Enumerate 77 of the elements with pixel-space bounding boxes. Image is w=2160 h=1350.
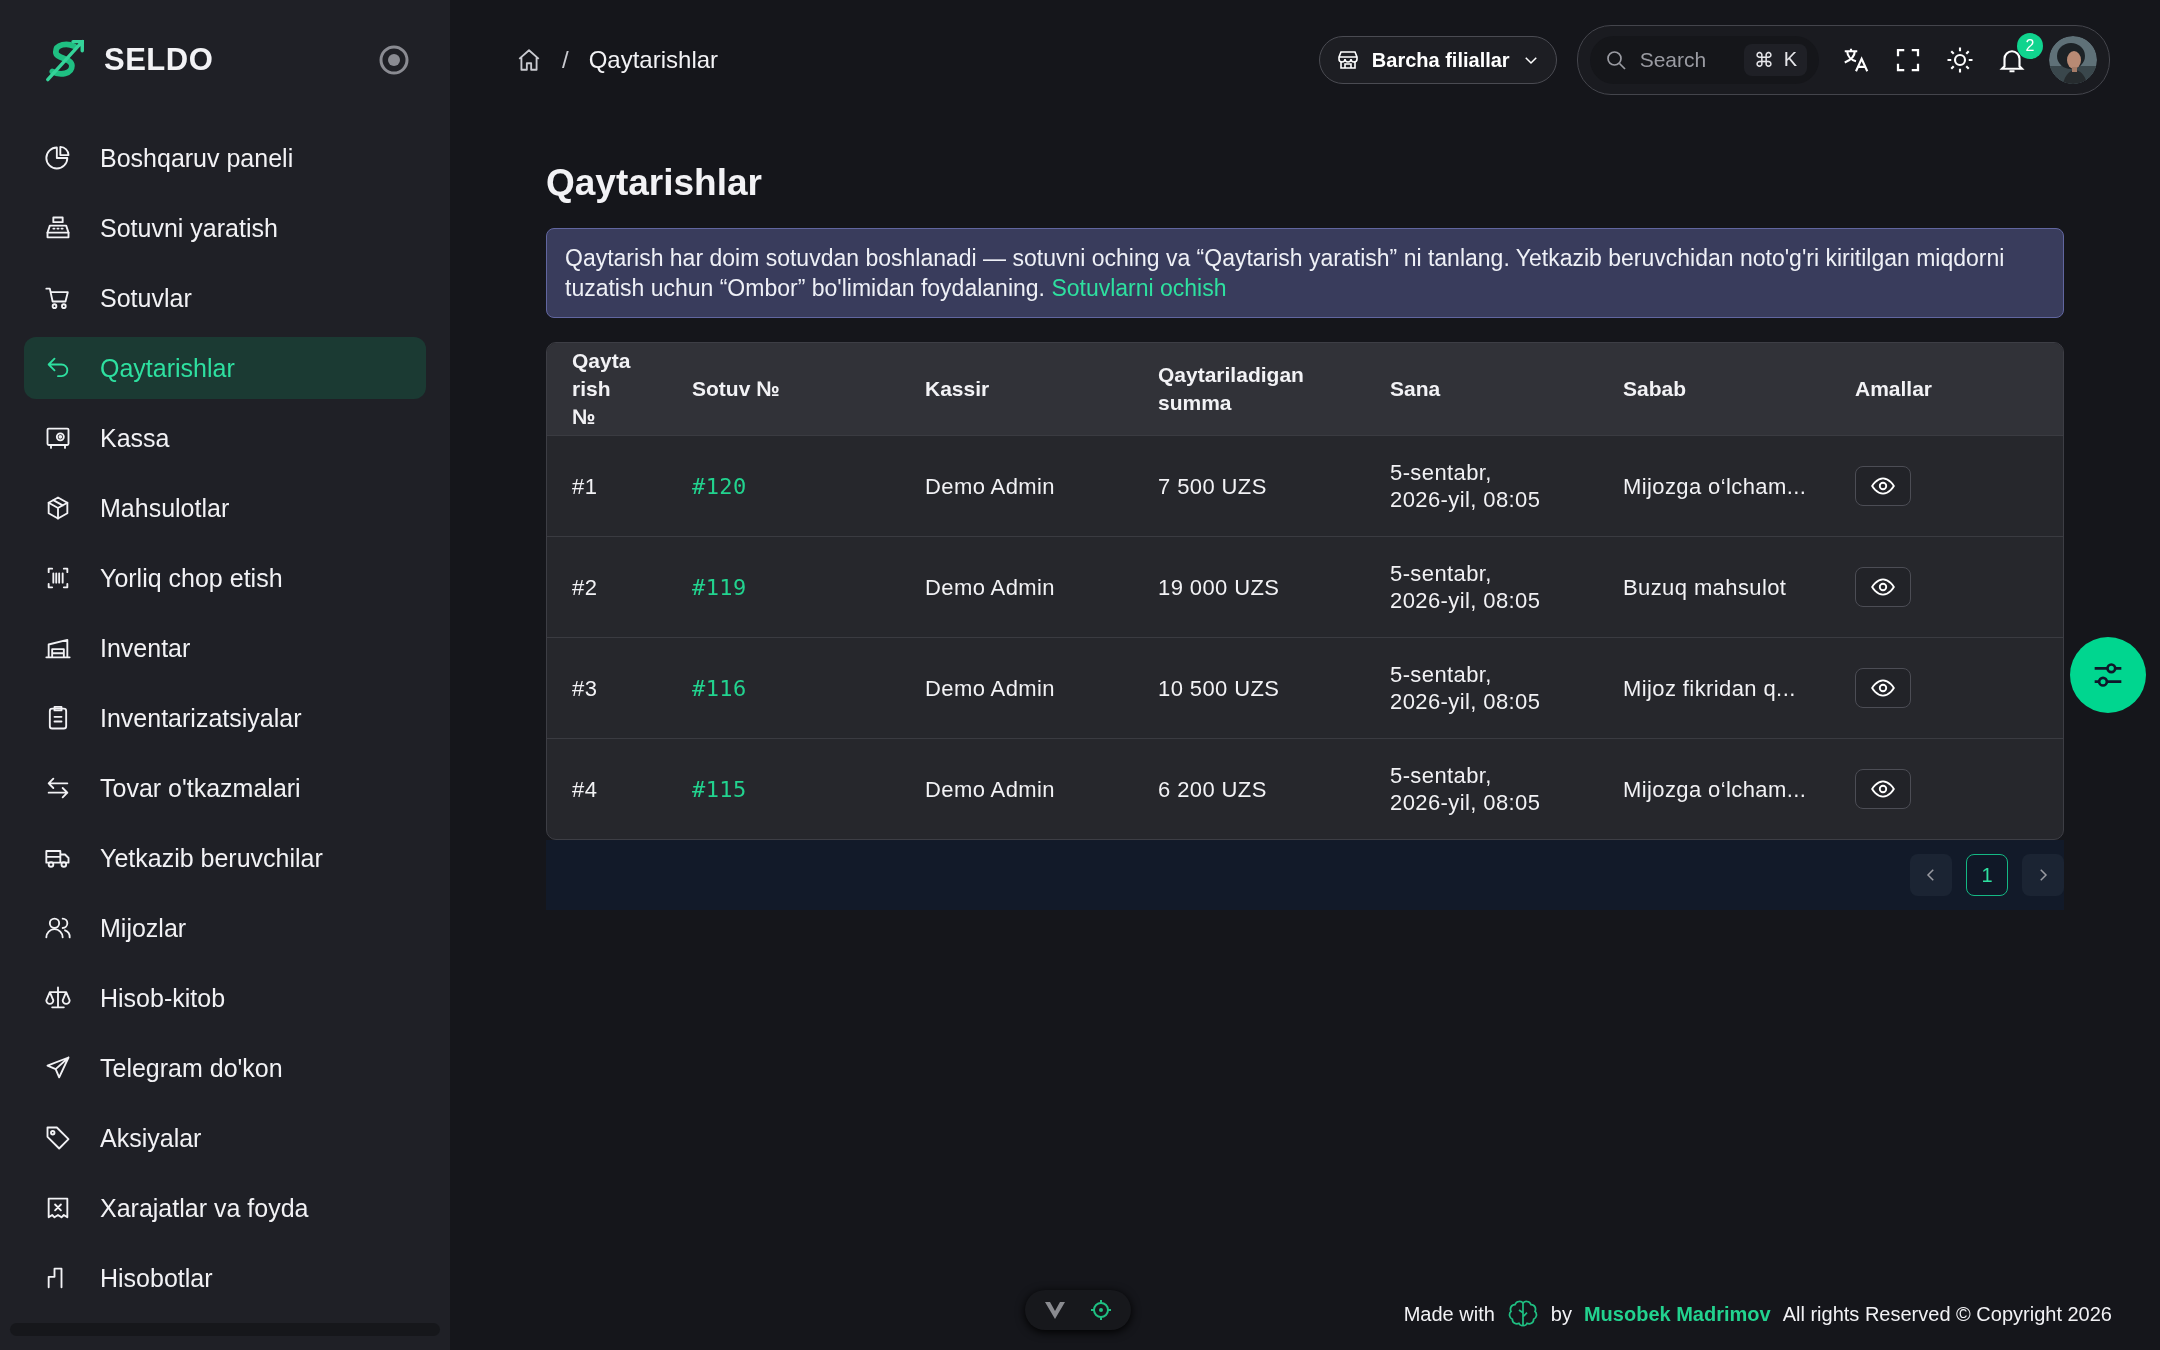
sidebar-item[interactable]: Sotuvlar	[24, 267, 426, 329]
table-cell-text: 5-sentabr, 2026-yil, 08:05	[1390, 661, 1542, 715]
sidebar-item[interactable]: Inventarizatsiyalar	[24, 687, 426, 749]
by-text: by	[1550, 1302, 1572, 1326]
sidebar-item[interactable]: Yorliq chop etish	[24, 547, 426, 609]
view-button[interactable]	[1855, 567, 1911, 607]
search-input[interactable]: Search	[1637, 47, 1734, 73]
branch-select[interactable]: Barcha filiallar	[1318, 36, 1557, 84]
sun-icon[interactable]	[1945, 45, 1975, 75]
sidebar-item[interactable]: Mahsulotlar	[24, 477, 426, 539]
table-cell-text: 5-sentabr, 2026-yil, 08:05	[1390, 762, 1542, 816]
column-header: Sotuv №	[692, 376, 781, 402]
column-header: Qaytariladigan summa	[1158, 362, 1305, 416]
column-header: Sabab	[1623, 376, 1688, 402]
table-cell-text: #3	[572, 674, 599, 702]
table-cell-text: 19 000 UZS	[1158, 573, 1281, 601]
sidebar-item[interactable]: Kassa	[24, 407, 426, 469]
search-bar[interactable]: Search ⌘ K	[1589, 36, 1819, 84]
column-header: Amallar	[1855, 376, 1934, 402]
sidebar-item[interactable]: Hisob-kitob	[24, 967, 426, 1029]
sidebar-item[interactable]: Mijozlar	[24, 897, 426, 959]
shortcut-key: ⌘	[1753, 48, 1774, 72]
devtools-pill[interactable]	[1025, 1290, 1131, 1330]
info-notice: Qaytarish har doim sotuvdan boshlanadi — sotuvni oching va “Qaytarish yaratish” ni tanlang. Yetkazib beruvchidan noto'g'ri kiritilgan miqdorni tuzatish uchun “Ombor” bo'limidan foydalaning. Sotuvlarni ochish	[546, 228, 2064, 318]
table-cell-text: Demo Admin	[925, 775, 1056, 803]
sidebar-item[interactable]: Telegram do'kon	[24, 1037, 426, 1099]
table-cell-text: 5-sentabr, 2026-yil, 08:05	[1390, 459, 1542, 513]
table-cell-text: Demo Admin	[925, 573, 1056, 601]
sidebar-item[interactable]: Qaytarishlar	[24, 337, 426, 399]
tag-icon	[44, 1124, 72, 1152]
home-icon[interactable]	[516, 47, 542, 73]
table-cell-text: Demo Admin	[925, 674, 1056, 702]
page-button[interactable]: 1	[1966, 854, 2008, 896]
sidebar-item[interactable]: Yetkazib beruvchilar	[24, 827, 426, 889]
table-cell-text: 7 500 UZS	[1158, 472, 1268, 500]
table-cell-text: Buzuq mahsulot	[1623, 573, 1788, 601]
table-cell-text: 5-sentabr, 2026-yil, 08:05	[1390, 560, 1542, 614]
table-cell-text: #4	[572, 775, 599, 803]
sale-link[interactable]: #115	[692, 775, 925, 803]
breadcrumb-current: Qaytarishlar	[588, 46, 719, 74]
chart-pie-icon	[44, 144, 72, 172]
sidebar-item[interactable]: Boshqaruv paneli	[24, 127, 426, 189]
column-header: Kassir	[925, 376, 991, 402]
table-cell-text: 10 500 UZS	[1158, 674, 1281, 702]
table-cell-text: Mijoz fikridan q...	[1623, 674, 1797, 702]
store-icon	[1335, 48, 1360, 72]
table-cell-text: #1	[572, 472, 599, 500]
sidebar-item[interactable]: Aksiyalar	[24, 1107, 426, 1169]
table-cell-text: Mijozga o‘lcham...	[1623, 775, 1808, 803]
sale-link[interactable]: #116	[692, 674, 925, 702]
table-cell-text: 6 200 UZS	[1158, 775, 1268, 803]
brand-name: SELDO	[104, 42, 215, 78]
sidebar-item[interactable]: Inventar	[24, 617, 426, 679]
table-cell-text: Demo Admin	[925, 472, 1056, 500]
column-header: Qaytarish №	[572, 348, 632, 430]
breadcrumb-separator: /	[562, 46, 569, 74]
sale-link[interactable]: #119	[692, 573, 925, 601]
table-cell-text: #2	[572, 573, 599, 601]
made-with-text: Made with	[1403, 1302, 1495, 1326]
open-sales-link[interactable]: Sotuvlarni ochish	[1051, 275, 1227, 301]
shortcut-key: K	[1783, 48, 1797, 72]
sidebar-item[interactable]: Xarajatlar va foyda	[24, 1177, 426, 1239]
view-button[interactable]	[1855, 466, 1911, 506]
sidebar-item[interactable]: Sotuvni yaratish	[24, 197, 426, 259]
sidebar-item[interactable]: Tovar o'tkazmalari	[24, 757, 426, 819]
copyright-text: All rights Reserved © Copyright 2026	[1782, 1302, 2112, 1326]
page-title: Qaytarishlar	[546, 162, 763, 204]
table-cell-text: Mijozga o‘lcham...	[1623, 472, 1808, 500]
view-button[interactable]	[1855, 668, 1911, 708]
sale-link[interactable]: #120	[692, 472, 925, 500]
sidebar-toggle-icon[interactable]	[378, 44, 410, 76]
sidebar-item[interactable]: Hisobotlar	[24, 1247, 426, 1309]
notification-badge: 2	[2017, 33, 2043, 59]
author-link[interactable]: Musobek Madrimov	[1583, 1302, 1771, 1326]
view-button[interactable]	[1855, 769, 1911, 809]
column-header: Sana	[1390, 376, 1442, 402]
target-icon	[1089, 1298, 1113, 1322]
